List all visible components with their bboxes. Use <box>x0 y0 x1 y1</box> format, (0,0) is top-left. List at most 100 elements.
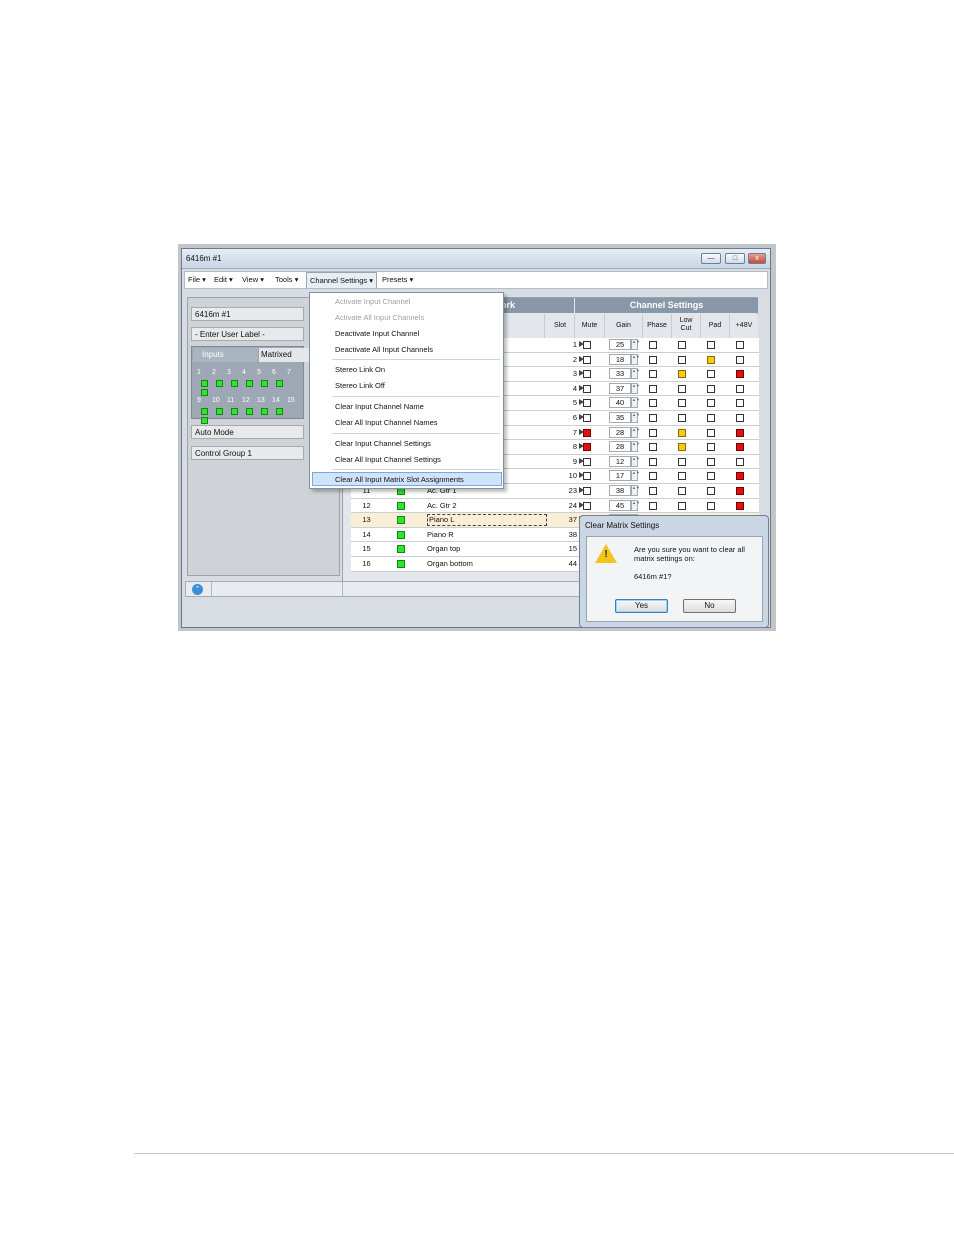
phantom-48v-checkbox[interactable] <box>736 370 744 379</box>
maximize-button[interactable]: □ <box>725 253 745 264</box>
channel-name[interactable]: Organ top <box>427 544 547 553</box>
pad-checkbox[interactable] <box>707 443 715 452</box>
lowcut-checkbox[interactable] <box>678 399 686 408</box>
yes-button[interactable]: Yes <box>615 599 668 613</box>
lowcut-checkbox[interactable] <box>678 501 686 510</box>
phantom-48v-checkbox[interactable] <box>736 355 744 364</box>
gain-input[interactable]: 33 <box>609 368 631 380</box>
phantom-48v-checkbox[interactable] <box>736 428 744 437</box>
menu-file[interactable]: File ▾ <box>188 275 206 284</box>
gain-input[interactable]: 28 <box>609 426 631 438</box>
gain-spinner-icon[interactable]: ▲▼ <box>631 499 640 511</box>
phase-checkbox[interactable] <box>649 457 657 466</box>
gain-input[interactable]: 38 <box>609 484 631 496</box>
menu-edit[interactable]: Edit ▾ <box>214 275 233 284</box>
lowcut-checkbox[interactable] <box>678 443 686 452</box>
mute-checkbox[interactable] <box>583 472 591 481</box>
pad-checkbox[interactable] <box>707 355 715 364</box>
pad-checkbox[interactable] <box>707 428 715 437</box>
lowcut-checkbox[interactable] <box>678 472 686 481</box>
lowcut-checkbox[interactable] <box>678 370 686 379</box>
gain-input[interactable]: 25 <box>609 339 631 350</box>
phase-checkbox[interactable] <box>649 413 657 422</box>
gain-spinner-icon[interactable]: ▲▼ <box>631 411 640 423</box>
pad-checkbox[interactable] <box>707 457 715 466</box>
gain-spinner-icon[interactable]: ▲▼ <box>631 368 640 380</box>
phase-checkbox[interactable] <box>649 443 657 452</box>
menu-item-clear-all-input-channel-names[interactable]: Clear All Input Channel Names <box>335 418 438 427</box>
lowcut-checkbox[interactable] <box>678 413 686 422</box>
channel-name[interactable]: Piano R <box>427 530 547 539</box>
pad-checkbox[interactable] <box>707 341 715 349</box>
pad-checkbox[interactable] <box>707 472 715 481</box>
phantom-48v-checkbox[interactable] <box>736 486 744 495</box>
phantom-48v-checkbox[interactable] <box>736 472 744 481</box>
table-row[interactable]: 12 Ac. Gtr 2 24 45 ▲▼ <box>351 498 759 514</box>
gain-spinner-icon[interactable]: ▲▼ <box>631 441 640 453</box>
gain-spinner-icon[interactable]: ▲▼ <box>631 455 640 467</box>
phase-checkbox[interactable] <box>649 355 657 364</box>
mute-checkbox[interactable] <box>583 384 591 393</box>
phantom-48v-checkbox[interactable] <box>736 501 744 510</box>
gain-spinner-icon[interactable]: ▲▼ <box>631 484 640 496</box>
pad-checkbox[interactable] <box>707 384 715 393</box>
pad-checkbox[interactable] <box>707 486 715 495</box>
device-name-field[interactable]: 6416m #1 <box>191 307 304 321</box>
phantom-48v-checkbox[interactable] <box>736 443 744 452</box>
mute-checkbox[interactable] <box>583 413 591 422</box>
phase-checkbox[interactable] <box>649 501 657 510</box>
minimize-button[interactable]: — <box>701 253 721 264</box>
gain-input[interactable]: 18 <box>609 353 631 365</box>
lowcut-checkbox[interactable] <box>678 355 686 364</box>
menu-presets[interactable]: Presets ▾ <box>382 275 413 284</box>
close-button[interactable]: x <box>748 253 766 264</box>
phase-checkbox[interactable] <box>649 486 657 495</box>
mute-checkbox[interactable] <box>583 457 591 466</box>
phase-checkbox[interactable] <box>649 370 657 379</box>
gain-spinner-icon[interactable]: ▲▼ <box>631 426 640 438</box>
no-button[interactable]: No <box>683 599 736 613</box>
lowcut-checkbox[interactable] <box>678 486 686 495</box>
menu-channel-settings[interactable]: Channel Settings ▾ <box>306 272 377 288</box>
chevron-up-icon[interactable]: ⌃ <box>192 584 203 595</box>
gain-input[interactable]: 45 <box>609 499 631 511</box>
lowcut-checkbox[interactable] <box>678 428 686 437</box>
menu-item-clear-all-input-matrix-slot-assignments[interactable]: Clear All Input Matrix Slot Assignments <box>335 475 464 484</box>
phantom-48v-checkbox[interactable] <box>736 399 744 408</box>
menu-view[interactable]: View ▾ <box>242 275 264 284</box>
mute-checkbox[interactable] <box>583 486 591 495</box>
channel-name[interactable]: Organ bottom <box>427 559 547 568</box>
gain-spinner-icon[interactable]: ▲▼ <box>631 470 640 482</box>
gain-input[interactable]: 12 <box>609 455 631 467</box>
phase-checkbox[interactable] <box>649 472 657 481</box>
mute-checkbox[interactable] <box>583 501 591 510</box>
user-label-field[interactable]: - Enter User Label - <box>191 327 304 341</box>
gain-spinner-icon[interactable]: ▲▼ <box>631 339 640 350</box>
pad-checkbox[interactable] <box>707 370 715 379</box>
menu-item-clear-input-channel-name[interactable]: Clear Input Channel Name <box>335 402 424 411</box>
mode-field[interactable]: Auto Mode <box>191 425 304 439</box>
menu-item-clear-all-input-channel-settings[interactable]: Clear All Input Channel Settings <box>335 455 441 464</box>
tab-inputs[interactable]: Inputs <box>193 348 258 362</box>
gain-input[interactable]: 35 <box>609 411 631 423</box>
lowcut-checkbox[interactable] <box>678 341 686 349</box>
menu-item-deactivate-input-channel[interactable]: Deactivate Input Channel <box>335 329 419 338</box>
menu-tools[interactable]: Tools ▾ <box>275 275 298 284</box>
menu-item-activate-input-channel[interactable]: Activate Input Channel <box>335 297 410 306</box>
pad-checkbox[interactable] <box>707 399 715 408</box>
gain-spinner-icon[interactable]: ▲▼ <box>631 382 640 394</box>
menu-item-deactivate-all-input-channels[interactable]: Deactivate All Input Channels <box>335 345 433 354</box>
phase-checkbox[interactable] <box>649 341 657 349</box>
phantom-48v-checkbox[interactable] <box>736 384 744 393</box>
lowcut-checkbox[interactable] <box>678 384 686 393</box>
mute-checkbox[interactable] <box>583 428 591 437</box>
menu-item-stereo-link-on[interactable]: Stereo Link On <box>335 365 385 374</box>
phantom-48v-checkbox[interactable] <box>736 341 744 349</box>
mute-checkbox[interactable] <box>583 399 591 408</box>
gain-input[interactable]: 40 <box>609 397 631 409</box>
gain-input[interactable]: 17 <box>609 470 631 482</box>
phase-checkbox[interactable] <box>649 399 657 408</box>
menu-item-activate-all-input-channels[interactable]: Activate All Input Channels <box>335 313 424 322</box>
phantom-48v-checkbox[interactable] <box>736 413 744 422</box>
mute-checkbox[interactable] <box>583 341 591 349</box>
